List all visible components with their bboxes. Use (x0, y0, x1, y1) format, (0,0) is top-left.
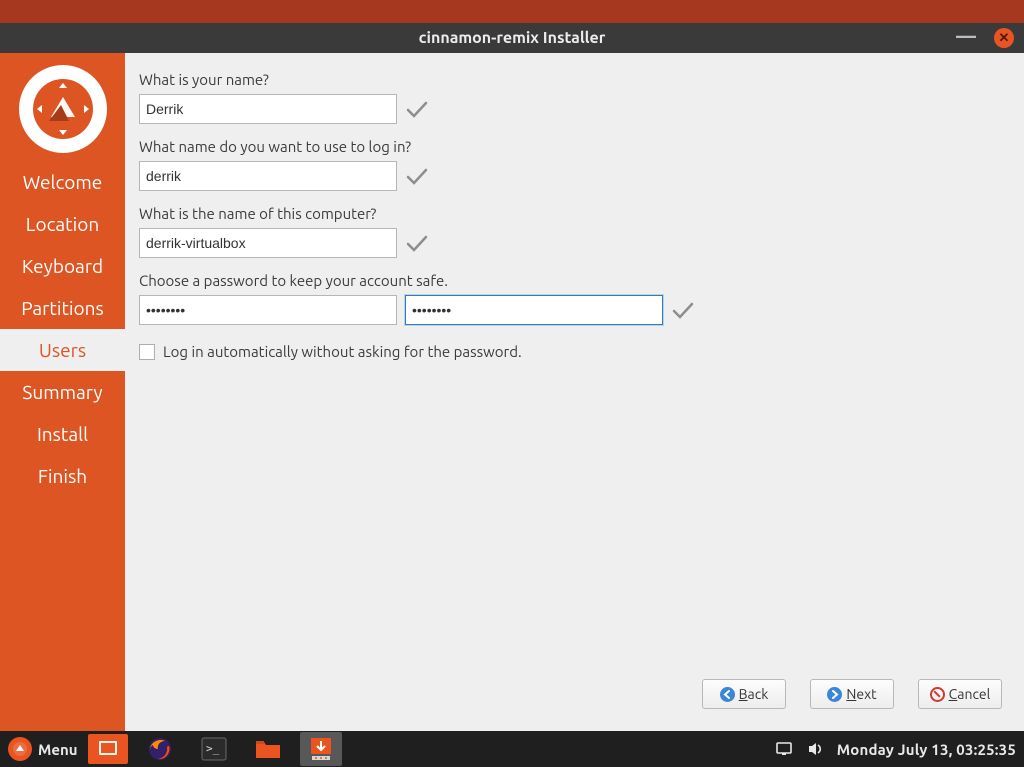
sidebar-item-welcome[interactable]: Welcome (0, 161, 125, 203)
sidebar-item-label: Install (37, 423, 88, 445)
full-name-input[interactable] (139, 94, 397, 124)
arrow-left-icon (720, 687, 735, 702)
login-name-input[interactable] (139, 161, 397, 191)
check-icon (405, 233, 429, 253)
sidebar-item-label: Users (39, 339, 86, 361)
menu-button[interactable]: Menu (8, 737, 78, 761)
sidebar-item-keyboard[interactable]: Keyboard (0, 245, 125, 287)
next-button-label: N (846, 686, 856, 702)
cancel-button-label: C (949, 686, 958, 702)
autologin-checkbox[interactable] (139, 344, 155, 360)
installer-sidebar: Welcome Location Keyboard Partitions Use… (0, 53, 125, 731)
window-body: Welcome Location Keyboard Partitions Use… (0, 53, 1024, 731)
sidebar-item-label: Finish (38, 465, 87, 487)
full-name-label: What is your name? (139, 71, 1006, 88)
password-confirm-input[interactable] (405, 295, 663, 325)
sidebar-item-finish[interactable]: Finish (0, 455, 125, 497)
arrow-right-icon (827, 687, 842, 702)
sidebar-item-label: Partitions (21, 297, 104, 319)
hostname-label: What is the name of this computer? (139, 205, 1006, 222)
check-icon (671, 300, 695, 320)
sidebar-item-label: Keyboard (22, 255, 103, 277)
taskbar-files[interactable] (246, 734, 290, 764)
sidebar-item-partitions[interactable]: Partitions (0, 287, 125, 329)
taskbar-show-desktop[interactable] (88, 734, 128, 764)
sidebar-item-label: Welcome (23, 171, 103, 193)
hostname-input[interactable] (139, 228, 397, 258)
distro-logo (0, 53, 125, 161)
window-minimize-button[interactable]: — (956, 36, 976, 40)
back-button[interactable]: Back (702, 679, 786, 709)
cancel-button[interactable]: Cancel (918, 679, 1002, 709)
window-close-button[interactable]: ✕ (994, 28, 1014, 48)
main-panel: What is your name? What name do you want… (125, 53, 1024, 731)
nav-button-row: Back Next Cancel (139, 671, 1006, 719)
svg-text:>_: >_ (206, 742, 220, 755)
cinnamon-logo-icon (31, 77, 95, 141)
password-input[interactable] (139, 295, 397, 325)
password-label: Choose a password to keep your account s… (139, 272, 1006, 289)
window-titlebar: cinnamon-remix Installer — ✕ (0, 23, 1024, 53)
sidebar-item-install[interactable]: Install (0, 413, 125, 455)
desktop-top-gap (0, 0, 1024, 23)
check-icon (405, 99, 429, 119)
taskbar: Menu >_ Monday July 13, 03:25:35 (0, 731, 1024, 767)
menu-logo-icon (8, 737, 32, 761)
check-icon (405, 166, 429, 186)
taskbar-clock[interactable]: Monday July 13, 03:25:35 (837, 741, 1016, 758)
back-button-label: B (739, 686, 748, 702)
sidebar-item-label: Location (26, 213, 99, 235)
sidebar-item-location[interactable]: Location (0, 203, 125, 245)
sidebar-item-label: Summary (22, 381, 102, 403)
taskbar-installer[interactable] (300, 732, 342, 766)
sidebar-item-users[interactable]: Users (0, 329, 125, 371)
autologin-label: Log in automatically without asking for … (163, 343, 522, 360)
cancel-icon (930, 687, 945, 702)
taskbar-terminal[interactable]: >_ (192, 734, 236, 764)
volume-icon[interactable] (807, 741, 825, 757)
next-button[interactable]: Next (810, 679, 894, 709)
network-icon[interactable] (775, 741, 795, 757)
window-title: cinnamon-remix Installer (0, 29, 1024, 47)
taskbar-firefox[interactable] (138, 734, 182, 764)
sidebar-item-summary[interactable]: Summary (0, 371, 125, 413)
menu-label: Menu (38, 741, 78, 758)
login-name-label: What name do you want to use to log in? (139, 138, 1006, 155)
